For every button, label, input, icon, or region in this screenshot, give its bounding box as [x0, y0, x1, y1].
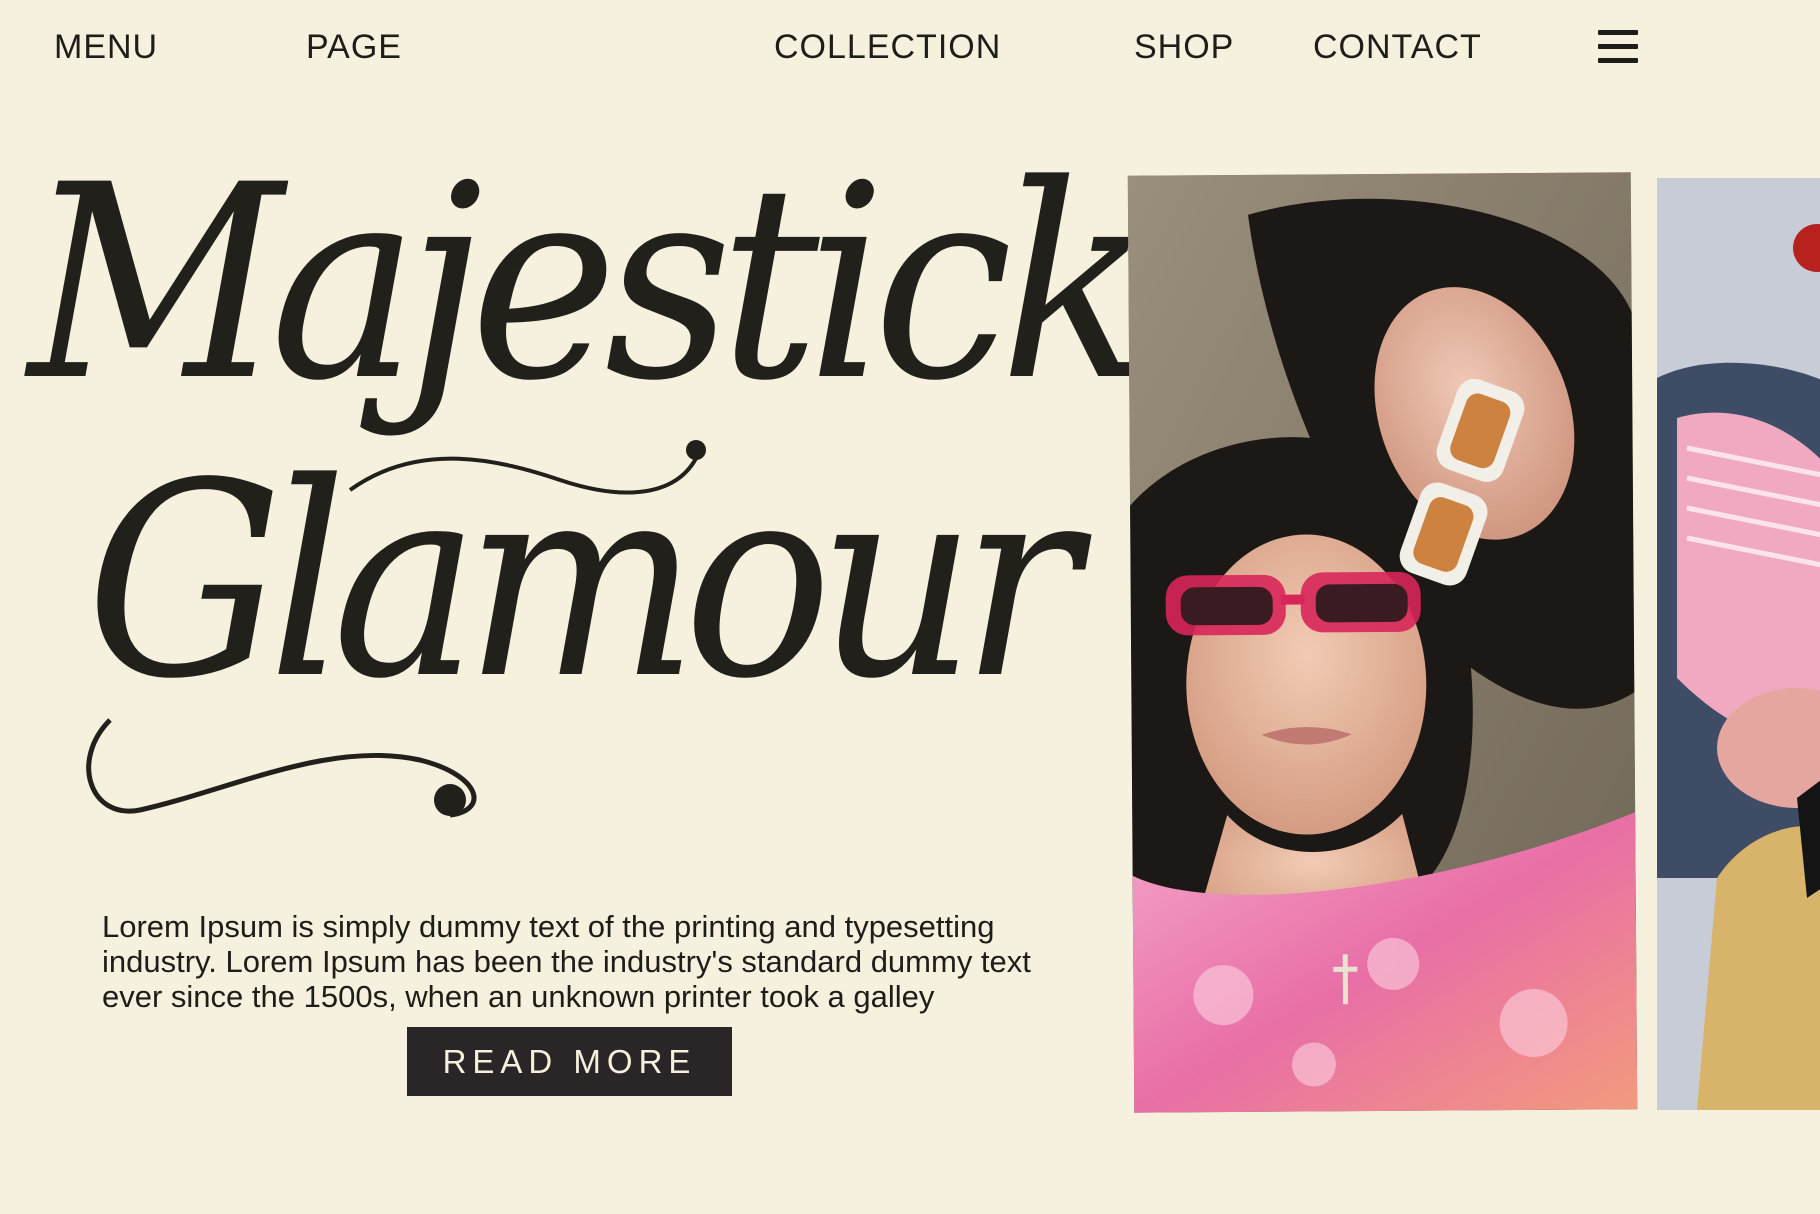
- headline-swash-decoration-lower: [86, 718, 477, 818]
- headline-swash-decoration: [348, 440, 706, 495]
- hero-description: Lorem Ipsum is simply dummy text of the …: [102, 909, 1031, 1014]
- nav-page-link[interactable]: PAGE: [306, 28, 402, 67]
- hamburger-menu-icon[interactable]: [1598, 28, 1638, 66]
- nav-collection-link[interactable]: COLLECTION: [774, 28, 1001, 67]
- hero-photo-main: [1127, 172, 1638, 1113]
- hero-photo-secondary: [1657, 178, 1820, 1110]
- nav-shop-link[interactable]: SHOP: [1134, 28, 1234, 67]
- nav-menu-link[interactable]: MENU: [54, 28, 158, 67]
- nav-contact-link[interactable]: CONTACT: [1313, 28, 1482, 67]
- hero-headline-line-1: Majestick: [28, 128, 1151, 440]
- read-more-button[interactable]: READ MORE: [407, 1027, 732, 1096]
